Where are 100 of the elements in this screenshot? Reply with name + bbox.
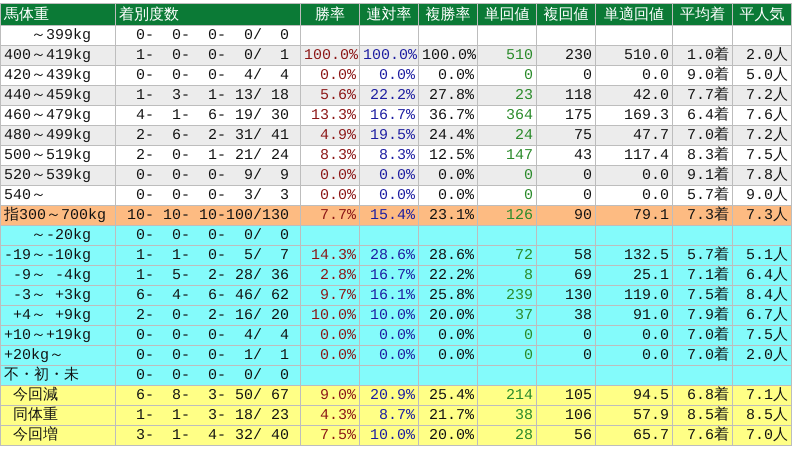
row-label: 540～ xyxy=(0,186,116,206)
table-cell: 94.5 xyxy=(596,386,672,406)
table-cell: 0- 0- 0- 0/ 0 xyxy=(116,366,300,386)
table-cell: 90 xyxy=(536,206,596,226)
table-cell: 8.4人 xyxy=(732,286,792,306)
table-cell: 5.7着 xyxy=(672,186,732,206)
table-cell: 0.0% xyxy=(418,346,478,366)
table-cell: 0.0% xyxy=(360,326,418,346)
table-cell: 0- 0- 0- 0/ 0 xyxy=(116,26,300,46)
table-cell: 57.9 xyxy=(596,406,672,426)
table-cell: 5.6% xyxy=(300,86,360,106)
table-cell: 0.0% xyxy=(418,166,478,186)
table-cell: 100.0% xyxy=(300,46,360,66)
table-cell: 0.0% xyxy=(300,186,360,206)
table-cell: 19.5% xyxy=(360,126,418,146)
table-cell: 1- 3- 1- 13/ 18 xyxy=(116,86,300,106)
table-cell: 6.4着 xyxy=(672,106,732,126)
table-cell: 25.1 xyxy=(596,266,672,286)
column-header: 平人気 xyxy=(732,4,792,26)
table-cell: 8 xyxy=(478,266,536,286)
table-cell: 91.0 xyxy=(596,306,672,326)
table-cell: 3- 1- 4- 32/ 40 xyxy=(116,426,300,446)
table-cell: 0.0 xyxy=(596,186,672,206)
table-cell: 28 xyxy=(478,426,536,446)
table-cell: 23.1% xyxy=(418,206,478,226)
table-cell: 0.0% xyxy=(360,346,418,366)
table-cell: 126 xyxy=(478,206,536,226)
table-cell: 1- 1- 3- 18/ 23 xyxy=(116,406,300,426)
table-cell: 0.0% xyxy=(300,66,360,86)
row-label: 440～459kg xyxy=(0,86,116,106)
table-cell: 0 xyxy=(478,166,536,186)
table-cell: 0- 0- 0- 1/ 1 xyxy=(116,346,300,366)
table-cell: 117.4 xyxy=(596,146,672,166)
table-cell: 7.3着 xyxy=(672,206,732,226)
row-label: 420～439kg xyxy=(0,66,116,86)
table-cell: 1- 0- 0- 0/ 1 xyxy=(116,46,300,66)
row-label: 今回減 xyxy=(0,386,116,406)
column-header: 単適回値 xyxy=(596,4,672,26)
table-cell: 9.0% xyxy=(300,386,360,406)
column-header: 複勝率 xyxy=(418,4,478,26)
table-cell: 7.5% xyxy=(300,426,360,446)
table-cell: 0- 0- 0- 4/ 4 xyxy=(116,66,300,86)
table-cell: 4.3% xyxy=(300,406,360,426)
table-cell: 0.0% xyxy=(360,186,418,206)
table-cell: 7.0着 xyxy=(672,346,732,366)
table-cell: 13.3% xyxy=(300,106,360,126)
table-cell: 25.8% xyxy=(418,286,478,306)
table-cell: 7.0着 xyxy=(672,126,732,146)
table-cell: 43 xyxy=(536,146,596,166)
table-cell: 1- 5- 2- 28/ 36 xyxy=(116,266,300,286)
table-cell: 20.9% xyxy=(360,386,418,406)
table-cell: 169.3 xyxy=(596,106,672,126)
table-cell: 7.1人 xyxy=(732,386,792,406)
table-cell: 6.7人 xyxy=(732,306,792,326)
row-label: +4～ +9kg xyxy=(0,306,116,326)
table-cell: 16.1% xyxy=(360,286,418,306)
table-cell: 65.7 xyxy=(596,426,672,446)
table-cell: 105 xyxy=(536,386,596,406)
table-cell: 8.3% xyxy=(300,146,360,166)
row-label: 500～519kg xyxy=(0,146,116,166)
table-cell: 0- 0- 0- 3/ 3 xyxy=(116,186,300,206)
row-label: ～-20kg xyxy=(0,226,116,246)
table-cell: 175 xyxy=(536,106,596,126)
table-cell: 0 xyxy=(478,186,536,206)
table-cell: 7.0人 xyxy=(732,426,792,446)
table-cell: 7.8人 xyxy=(732,166,792,186)
table-cell: 7.0着 xyxy=(672,326,732,346)
row-label: -9～ -4kg xyxy=(0,266,116,286)
table-cell: 16.7% xyxy=(360,106,418,126)
table-cell: 10.0% xyxy=(360,306,418,326)
column-header: 馬体重 xyxy=(0,4,116,26)
table-cell: 510.0 xyxy=(596,46,672,66)
table-cell: 0.0% xyxy=(418,326,478,346)
row-label: -3～ +3kg xyxy=(0,286,116,306)
row-label: 480～499kg xyxy=(0,126,116,146)
table-cell: 0 xyxy=(478,66,536,86)
table-cell: 8.5人 xyxy=(732,406,792,426)
table-cell: 0- 0- 0- 0/ 0 xyxy=(116,226,300,246)
table-cell: 10- 10- 10-100/130 xyxy=(116,206,300,226)
table-cell: 106 xyxy=(536,406,596,426)
table-cell: 6- 8- 3- 50/ 67 xyxy=(116,386,300,406)
row-label: 同体重 xyxy=(0,406,116,426)
table-cell: 7.9着 xyxy=(672,306,732,326)
table-cell: 10.0% xyxy=(360,426,418,446)
table-cell: 2.0人 xyxy=(732,346,792,366)
table-cell: 38 xyxy=(478,406,536,426)
table-cell: 6- 4- 6- 46/ 62 xyxy=(116,286,300,306)
table-cell: 28.6% xyxy=(360,246,418,266)
table-cell: 0.0% xyxy=(360,166,418,186)
table-cell: 8.3着 xyxy=(672,146,732,166)
column-header: 複回値 xyxy=(536,4,596,26)
table-cell: 0 xyxy=(536,166,596,186)
table-cell: 9.1着 xyxy=(672,166,732,186)
table-cell: 0.0% xyxy=(418,66,478,86)
table-cell: 0 xyxy=(536,326,596,346)
table-cell: 0.0 xyxy=(596,66,672,86)
table-cell: 7.5人 xyxy=(732,326,792,346)
table-cell: 2- 0- 2- 16/ 20 xyxy=(116,306,300,326)
table-cell: 42.0 xyxy=(596,86,672,106)
table-cell: 2.8% xyxy=(300,266,360,286)
